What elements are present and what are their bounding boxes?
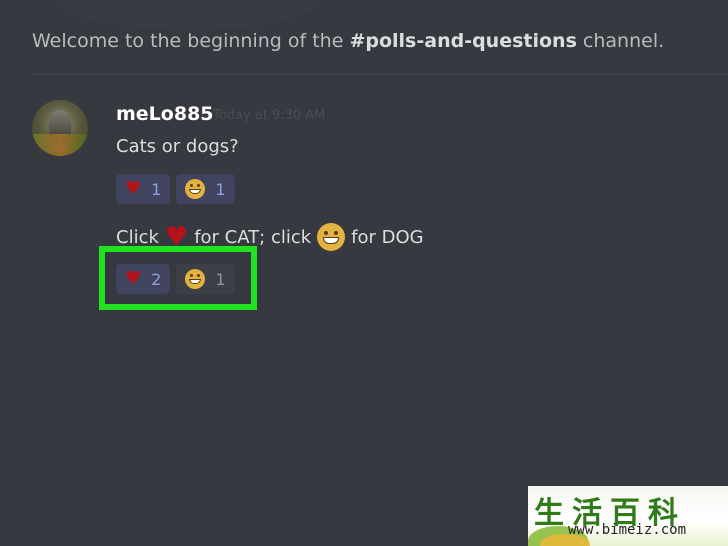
watermark-url: www.bimeiz.com bbox=[568, 522, 687, 538]
reaction-count: 1 bbox=[151, 179, 162, 199]
timestamp: Today at 9:30 AM bbox=[213, 108, 326, 123]
reaction-grin[interactable]: 1 bbox=[176, 264, 235, 294]
grinning-face-icon bbox=[185, 269, 206, 289]
avatar[interactable] bbox=[32, 100, 88, 156]
instruction-text-part1: Click bbox=[116, 226, 159, 248]
welcome-suffix: channel. bbox=[576, 30, 665, 52]
heart-icon: ♥ bbox=[164, 222, 189, 252]
reaction-count: 1 bbox=[215, 179, 226, 199]
watermark-logo: 生活百科 www.bimeiz.com bbox=[528, 486, 728, 546]
heart-icon: ♥ bbox=[125, 178, 142, 199]
reaction-heart[interactable]: ♥ 1 bbox=[116, 174, 171, 204]
discord-chat-view: Welcome to the beginning of the #polls-a… bbox=[0, 0, 728, 546]
reaction-grin[interactable]: 1 bbox=[176, 174, 235, 204]
reaction-count: 1 bbox=[215, 269, 226, 289]
message-text-instructions: Click ♥ for CAT; click for DOG bbox=[116, 223, 424, 251]
grinning-face-icon bbox=[185, 179, 206, 199]
background-shape bbox=[60, 0, 320, 30]
reaction-bar-question: ♥ 1 1 bbox=[116, 174, 235, 204]
instruction-text-part3: for DOG bbox=[351, 226, 424, 248]
channel-welcome-text: Welcome to the beginning of the #polls-a… bbox=[32, 30, 664, 52]
heart-icon: ♥ bbox=[125, 268, 142, 289]
instruction-text-part2: for CAT; click bbox=[194, 226, 312, 248]
divider bbox=[32, 74, 728, 75]
message-text-question: Cats or dogs? bbox=[116, 136, 239, 157]
reaction-bar-poll: ♥ 2 1 bbox=[116, 264, 235, 294]
reaction-heart[interactable]: ♥ 2 bbox=[116, 264, 171, 294]
reaction-count: 2 bbox=[151, 269, 162, 289]
welcome-prefix: Welcome to the beginning of the bbox=[32, 30, 350, 52]
channel-name[interactable]: #polls-and-questions bbox=[349, 30, 576, 52]
avatar-foliage bbox=[32, 134, 88, 156]
username[interactable]: meLo885 bbox=[116, 103, 214, 125]
grinning-face-icon bbox=[317, 223, 346, 251]
